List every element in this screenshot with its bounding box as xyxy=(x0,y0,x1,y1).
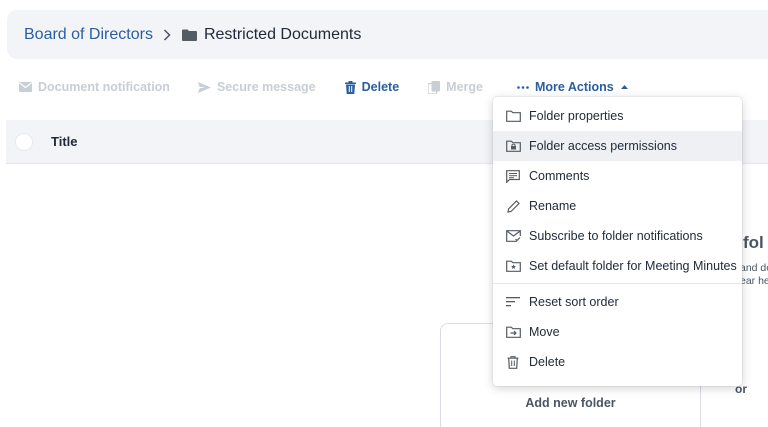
menu-item-label: Move xyxy=(529,325,560,339)
more-actions-label: More Actions xyxy=(535,80,614,94)
merge-button[interactable]: Merge xyxy=(428,80,483,94)
menu-item-move[interactable]: Move xyxy=(493,317,742,347)
empty-state-text-line1: and do xyxy=(740,262,768,274)
folder-icon xyxy=(181,29,197,41)
menu-item-subscribe-notifications[interactable]: Subscribe to folder notifications xyxy=(493,221,742,251)
menu-item-label: Delete xyxy=(529,355,566,369)
menu-item-reset-sort-order[interactable]: Reset sort order xyxy=(493,287,742,317)
menu-divider xyxy=(493,283,742,284)
folder-icon xyxy=(505,110,521,122)
mail-check-icon xyxy=(505,230,521,242)
secure-message-button[interactable]: Secure message xyxy=(197,80,316,94)
menu-item-rename[interactable]: Rename xyxy=(493,191,742,221)
menu-item-folder-access-permissions[interactable]: Folder access permissions xyxy=(493,131,742,161)
pencil-icon xyxy=(505,199,521,213)
delete-label: Delete xyxy=(361,80,400,94)
trash-icon xyxy=(344,80,356,94)
more-dots-icon xyxy=(517,85,529,89)
menu-item-set-default-folder[interactable]: Set default folder for Meeting Minutes xyxy=(493,251,742,281)
menu-item-label: Folder properties xyxy=(529,109,624,123)
folder-star-icon xyxy=(505,260,521,272)
breadcrumb-current: Restricted Documents xyxy=(203,25,362,43)
sort-icon xyxy=(505,297,521,307)
merge-icon xyxy=(428,80,441,94)
menu-item-comments[interactable]: Comments xyxy=(493,161,742,191)
more-actions-menu: Folder properties Folder access permissi… xyxy=(493,97,742,386)
folder-lock-icon xyxy=(505,140,521,152)
document-notification-button[interactable]: Document notification xyxy=(19,80,170,94)
title-column-header[interactable]: Title xyxy=(51,134,78,149)
empty-state-text-line2: ear he xyxy=(740,275,768,287)
empty-state-title: fol xyxy=(743,233,764,252)
menu-item-label: Set default folder for Meeting Minutes xyxy=(529,259,737,273)
mail-icon xyxy=(19,82,32,92)
menu-item-label: Reset sort order xyxy=(529,295,619,309)
breadcrumb-parent-link[interactable]: Board of Directors xyxy=(24,26,153,44)
menu-item-label: Rename xyxy=(529,199,577,213)
secure-message-label: Secure message xyxy=(216,80,316,94)
merge-label: Merge xyxy=(446,80,483,94)
menu-item-folder-properties[interactable]: Folder properties xyxy=(493,101,742,131)
menu-item-label: Folder access permissions xyxy=(529,139,677,153)
breadcrumb: Board of Directors Restricted Documents xyxy=(7,10,768,59)
menu-item-delete[interactable]: Delete xyxy=(493,347,742,377)
select-all-checkbox[interactable] xyxy=(15,132,33,151)
menu-item-label: Comments xyxy=(529,169,590,183)
folder-move-icon xyxy=(505,326,521,338)
trash-icon xyxy=(505,355,521,369)
document-notification-label: Document notification xyxy=(38,80,170,94)
more-actions-button[interactable]: More Actions xyxy=(517,80,628,94)
chevron-right-icon xyxy=(163,28,171,41)
caret-up-icon xyxy=(620,85,628,89)
menu-item-label: Subscribe to folder notifications xyxy=(529,229,703,243)
delete-button[interactable]: Delete xyxy=(344,80,400,94)
comment-icon xyxy=(505,169,521,183)
add-new-folder-label: Add new folder xyxy=(525,396,616,410)
send-icon xyxy=(197,81,211,93)
